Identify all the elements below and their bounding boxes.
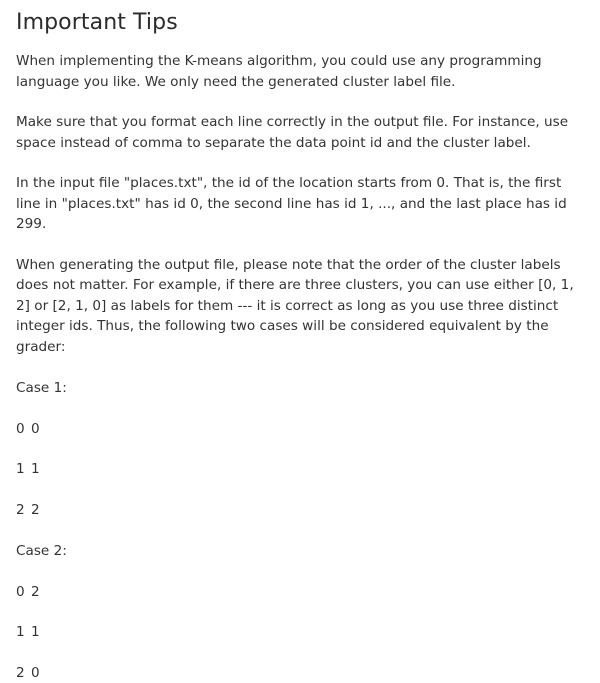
case-1-line: 1 1 bbox=[16, 459, 576, 480]
case-2-line: 2 0 bbox=[16, 663, 576, 683]
case-2-line: 1 1 bbox=[16, 622, 576, 643]
paragraph-implementation: When implementing the K-means algorithm,… bbox=[16, 51, 576, 92]
case-1-line: 0 0 bbox=[16, 419, 576, 440]
paragraph-label-order: When generating the output file, please … bbox=[16, 255, 576, 358]
paragraph-format: Make sure that you format each line corr… bbox=[16, 112, 576, 153]
case-2-label: Case 2: bbox=[16, 541, 576, 562]
case-1-label: Case 1: bbox=[16, 378, 576, 399]
page-title: Important Tips bbox=[16, 0, 600, 37]
case-2-line: 0 2 bbox=[16, 582, 576, 603]
tips-page: Important Tips When implementing the K-m… bbox=[0, 0, 600, 676]
case-1-line: 2 2 bbox=[16, 500, 576, 521]
paragraph-input-ids: In the input file "places.txt", the id o… bbox=[16, 173, 576, 235]
